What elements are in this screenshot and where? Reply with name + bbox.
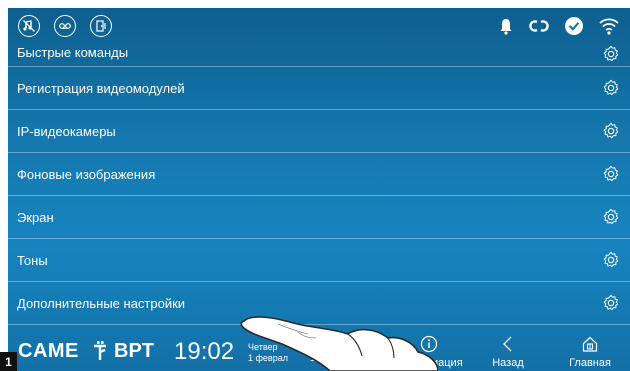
menu-item-ip-cameras[interactable]: IP-видеокамеры bbox=[8, 110, 630, 153]
date-suffix: 18 г. bbox=[309, 353, 328, 363]
back-button-label: Назад bbox=[492, 357, 524, 369]
status-bar bbox=[8, 8, 630, 44]
gear-icon[interactable] bbox=[602, 294, 620, 312]
menu-item-background-images[interactable]: Фоновые изображения bbox=[8, 153, 630, 196]
menu-item-label: Тоны bbox=[17, 252, 48, 268]
bell-icon bbox=[500, 19, 512, 35]
intercom-screen: Быстрые команды Регистрация видеомодулей… bbox=[8, 8, 630, 371]
info-button-label: Информация bbox=[395, 357, 463, 369]
menu-item-tones[interactable]: Тоны bbox=[8, 239, 630, 282]
menu-item-additional-settings[interactable]: Дополнительные настройки bbox=[8, 282, 630, 325]
menu-item-label: Регистрация видеомодулей bbox=[17, 80, 185, 96]
link-icon bbox=[529, 20, 549, 32]
menu-item-label: Экран bbox=[17, 209, 54, 225]
day-of-week: Четвер bbox=[248, 342, 278, 352]
back-button[interactable]: Назад bbox=[478, 335, 538, 369]
brand-came-logo: CAME bbox=[18, 340, 79, 362]
gear-icon[interactable] bbox=[602, 208, 620, 226]
menu-item-label: Дополнительные настройки bbox=[17, 295, 186, 311]
page-number-badge: 1 bbox=[0, 352, 17, 371]
date-line: 1 феврал 18 г. bbox=[248, 353, 358, 364]
mute-icon[interactable] bbox=[18, 15, 40, 37]
menu-item-quick-commands[interactable]: Быстрые команды bbox=[8, 44, 630, 67]
menu-item-label: Быстрые команды bbox=[17, 45, 129, 60]
brand-bpt-logo: BPT bbox=[114, 340, 154, 362]
clock-time: 19:02 bbox=[174, 338, 235, 365]
home-icon bbox=[582, 336, 598, 352]
date-text: 1 феврал bbox=[248, 353, 288, 363]
brand-mark-icon bbox=[94, 341, 106, 360]
menu-item-video-module-registration[interactable]: Регистрация видеомодулей bbox=[8, 67, 630, 110]
status-left-icons bbox=[18, 15, 112, 37]
info-button[interactable]: Информация bbox=[391, 335, 467, 369]
wifi-icon bbox=[599, 18, 619, 35]
gear-icon[interactable] bbox=[602, 45, 620, 63]
answering-machine-icon[interactable] bbox=[54, 15, 76, 37]
settings-menu: Быстрые команды Регистрация видеомодулей… bbox=[8, 44, 630, 325]
status-right-icons bbox=[498, 16, 620, 36]
bottom-bar: CAME BPT 19:02 Четвер 1 феврал 18 г. Инфо… bbox=[8, 329, 630, 371]
gear-icon[interactable] bbox=[602, 122, 620, 140]
date-block: Четвер 1 феврал 18 г. bbox=[248, 342, 358, 364]
menu-item-screen[interactable]: Экран bbox=[8, 196, 630, 239]
menu-item-label: Фоновые изображения bbox=[17, 166, 156, 182]
home-button-label: Главная bbox=[569, 357, 611, 369]
home-button[interactable]: Главная bbox=[558, 335, 622, 369]
menu-item-label: IP-видеокамеры bbox=[17, 123, 116, 139]
gear-icon[interactable] bbox=[602, 251, 620, 269]
gear-icon[interactable] bbox=[602, 79, 620, 97]
info-icon bbox=[420, 335, 438, 353]
gear-icon[interactable] bbox=[602, 165, 620, 183]
check-circle-icon bbox=[565, 17, 583, 35]
chevron-left-icon bbox=[503, 336, 512, 352]
door-open-icon[interactable] bbox=[90, 15, 112, 37]
